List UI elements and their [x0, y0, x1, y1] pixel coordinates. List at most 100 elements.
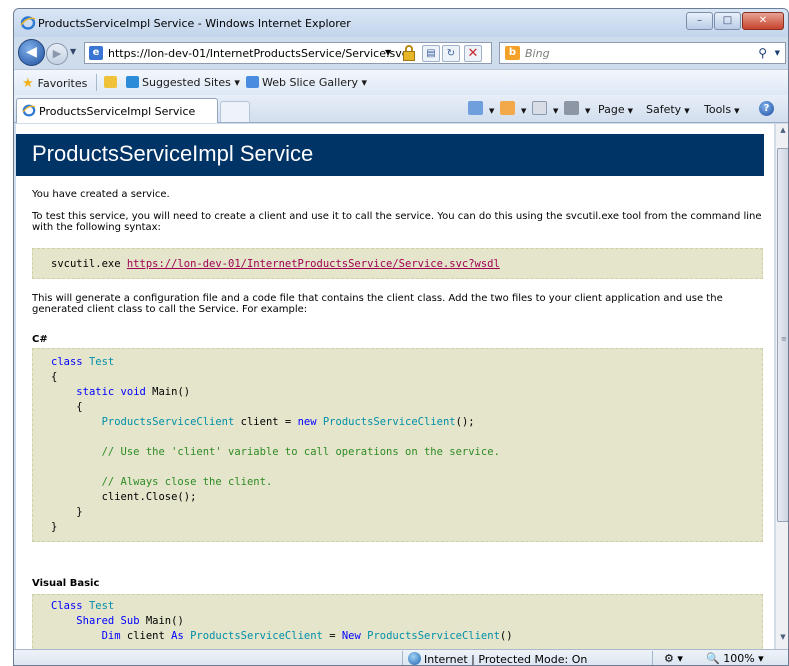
scroll-thumb[interactable]: ≡	[777, 148, 788, 522]
security-zone-label: Internet | Protected Mode: On	[424, 653, 588, 666]
separator	[652, 651, 653, 665]
add-favorite-button[interactable]	[104, 76, 120, 89]
print-dropdown[interactable]: ▼	[582, 103, 590, 116]
code-token: {	[76, 401, 83, 413]
stop-icon[interactable]: ✕	[464, 45, 482, 62]
globe-icon	[408, 652, 421, 665]
tools-menu[interactable]: Tools ▼	[704, 103, 740, 116]
print-icon[interactable]	[564, 101, 579, 115]
test-instructions: To test this service, you will need to c…	[32, 211, 762, 233]
tab-products-service[interactable]: ProductsServiceImpl Service	[16, 98, 218, 123]
code-token: Test	[88, 600, 115, 612]
code-comment: // Always close the client.	[101, 476, 273, 488]
scroll-down-arrow[interactable]: ▼	[777, 633, 788, 647]
code-token: {	[51, 371, 58, 383]
code-token: Main()	[139, 615, 184, 627]
address-input[interactable]: https://lon-dev-01/InternetProductsServi…	[108, 47, 408, 60]
status-bar: Internet | Protected Mode: On ⚙ ▾ 🔍 100%…	[14, 649, 788, 666]
zoom-level: 100%	[723, 652, 755, 665]
mail-icon[interactable]	[532, 101, 547, 115]
separator	[96, 74, 97, 91]
page-icon: e	[89, 46, 103, 60]
protected-mode-icon[interactable]: ⚙ ▾	[664, 652, 683, 665]
code-token: ProductsServiceClient	[190, 630, 323, 642]
ie-page-icon	[22, 104, 36, 117]
minimize-button[interactable]: –	[686, 12, 713, 30]
security-zone[interactable]: Internet | Protected Mode: On	[408, 652, 588, 666]
home-dropdown[interactable]: ▼	[486, 103, 494, 116]
svcutil-exe-text: svcutil.exe	[51, 258, 127, 270]
suggested-sites-link[interactable]: Suggested Sites ▾	[126, 76, 240, 89]
vb-label: Visual Basic	[32, 578, 100, 589]
forward-button[interactable]: ▶	[46, 43, 68, 65]
zoom-control[interactable]: 🔍 100% ▾	[706, 652, 764, 665]
help-icon[interactable]: ?	[759, 101, 774, 116]
code-token: }	[76, 506, 83, 518]
separator	[402, 651, 403, 665]
vertical-scrollbar[interactable]: ▲ ≡ ▼	[775, 124, 788, 649]
code-token: ()	[499, 630, 513, 642]
star-icon: ★	[22, 76, 34, 91]
generate-instructions: This will generate a configuration file …	[32, 293, 723, 315]
page-menu[interactable]: Page ▼	[598, 103, 633, 116]
code-token: ProductsServiceClient	[322, 416, 456, 428]
created-text: You have created a service.	[32, 189, 170, 200]
maximize-button[interactable]: □	[714, 12, 741, 30]
csharp-code-box: class Test { static void Main() { Produc…	[32, 348, 763, 542]
code-token: As	[171, 630, 184, 642]
feeds-dropdown[interactable]: ▼	[518, 103, 526, 116]
code-token: new	[297, 416, 317, 428]
web-slice-gallery-link[interactable]: Web Slice Gallery ▾	[246, 76, 367, 89]
window-title: ProductsServiceImpl Service - Windows In…	[38, 17, 351, 30]
safety-menu[interactable]: Safety ▼	[646, 103, 690, 116]
code-token: static void	[76, 386, 146, 398]
code-token: Main()	[145, 386, 191, 398]
compatibility-view-icon[interactable]: ▤	[422, 45, 440, 62]
code-token: ProductsServiceClient	[367, 630, 500, 642]
ie-window: ProductsServiceImpl Service - Windows In…	[13, 8, 789, 666]
search-options-icon[interactable]: ▼	[775, 49, 780, 57]
suggested-sites-icon	[126, 76, 139, 88]
page-title: ProductsServiceImpl Service	[32, 141, 314, 166]
code-token: client.Close();	[101, 491, 197, 503]
close-button[interactable]: ✕	[742, 12, 784, 30]
wsdl-link[interactable]: https://lon-dev-01/InternetProductsServi…	[127, 258, 500, 270]
address-dropdown-icon[interactable]: ▼	[385, 48, 391, 57]
navigation-bar: ◀ ▶ ▼ e https://lon-dev-01/InternetProdu…	[14, 37, 788, 69]
code-token: ProductsServiceClient	[101, 416, 235, 428]
scroll-up-arrow[interactable]: ▲	[777, 126, 788, 140]
web-slice-icon	[246, 76, 259, 88]
favorites-label: Favorites	[37, 77, 88, 90]
feeds-icon[interactable]	[500, 101, 515, 115]
svcutil-command: svcutil.exe https://lon-dev-01/InternetP…	[51, 257, 500, 272]
page-content: ProductsServiceImpl Service You have cre…	[16, 124, 774, 649]
window-controls: – □ ✕	[686, 12, 784, 30]
csharp-code: class Test { static void Main() { Produc…	[51, 355, 500, 535]
tab-bar: ProductsServiceImpl Service ▼ ▼ ▼ ▼ Page…	[14, 95, 788, 123]
add-favorite-icon	[104, 76, 117, 88]
back-button[interactable]: ◀	[18, 39, 45, 66]
mail-dropdown[interactable]: ▼	[550, 103, 558, 116]
code-token: New	[341, 630, 361, 642]
recent-pages-dropdown[interactable]: ▼	[70, 47, 76, 56]
suggested-sites-label: Suggested Sites ▾	[142, 76, 240, 89]
heading-banner: ProductsServiceImpl Service	[16, 134, 764, 176]
code-token: client	[120, 630, 172, 642]
search-input[interactable]: Bing	[525, 47, 550, 60]
tab-label: ProductsServiceImpl Service	[39, 105, 196, 118]
address-bar[interactable]: e https://lon-dev-01/InternetProductsSer…	[84, 42, 492, 64]
code-token: Dim	[101, 630, 121, 642]
search-box[interactable]: b Bing ⚲ ▼	[499, 42, 786, 64]
lock-icon[interactable]	[402, 45, 416, 61]
code-comment: // Use the 'client' variable to call ope…	[101, 446, 500, 458]
code-token: =	[322, 630, 342, 642]
refresh-icon[interactable]: ↻	[442, 45, 460, 62]
home-icon[interactable]	[468, 101, 483, 115]
vb-code-box: Class Test Shared Sub Main() Dim client …	[32, 594, 763, 649]
bing-icon: b	[505, 46, 520, 60]
new-tab-button[interactable]	[220, 101, 250, 122]
search-icon[interactable]: ⚲	[758, 46, 767, 60]
favorites-button[interactable]: ★ Favorites	[22, 76, 87, 91]
safety-menu-label: Safety	[646, 103, 682, 116]
csharp-label: C#	[32, 334, 48, 345]
